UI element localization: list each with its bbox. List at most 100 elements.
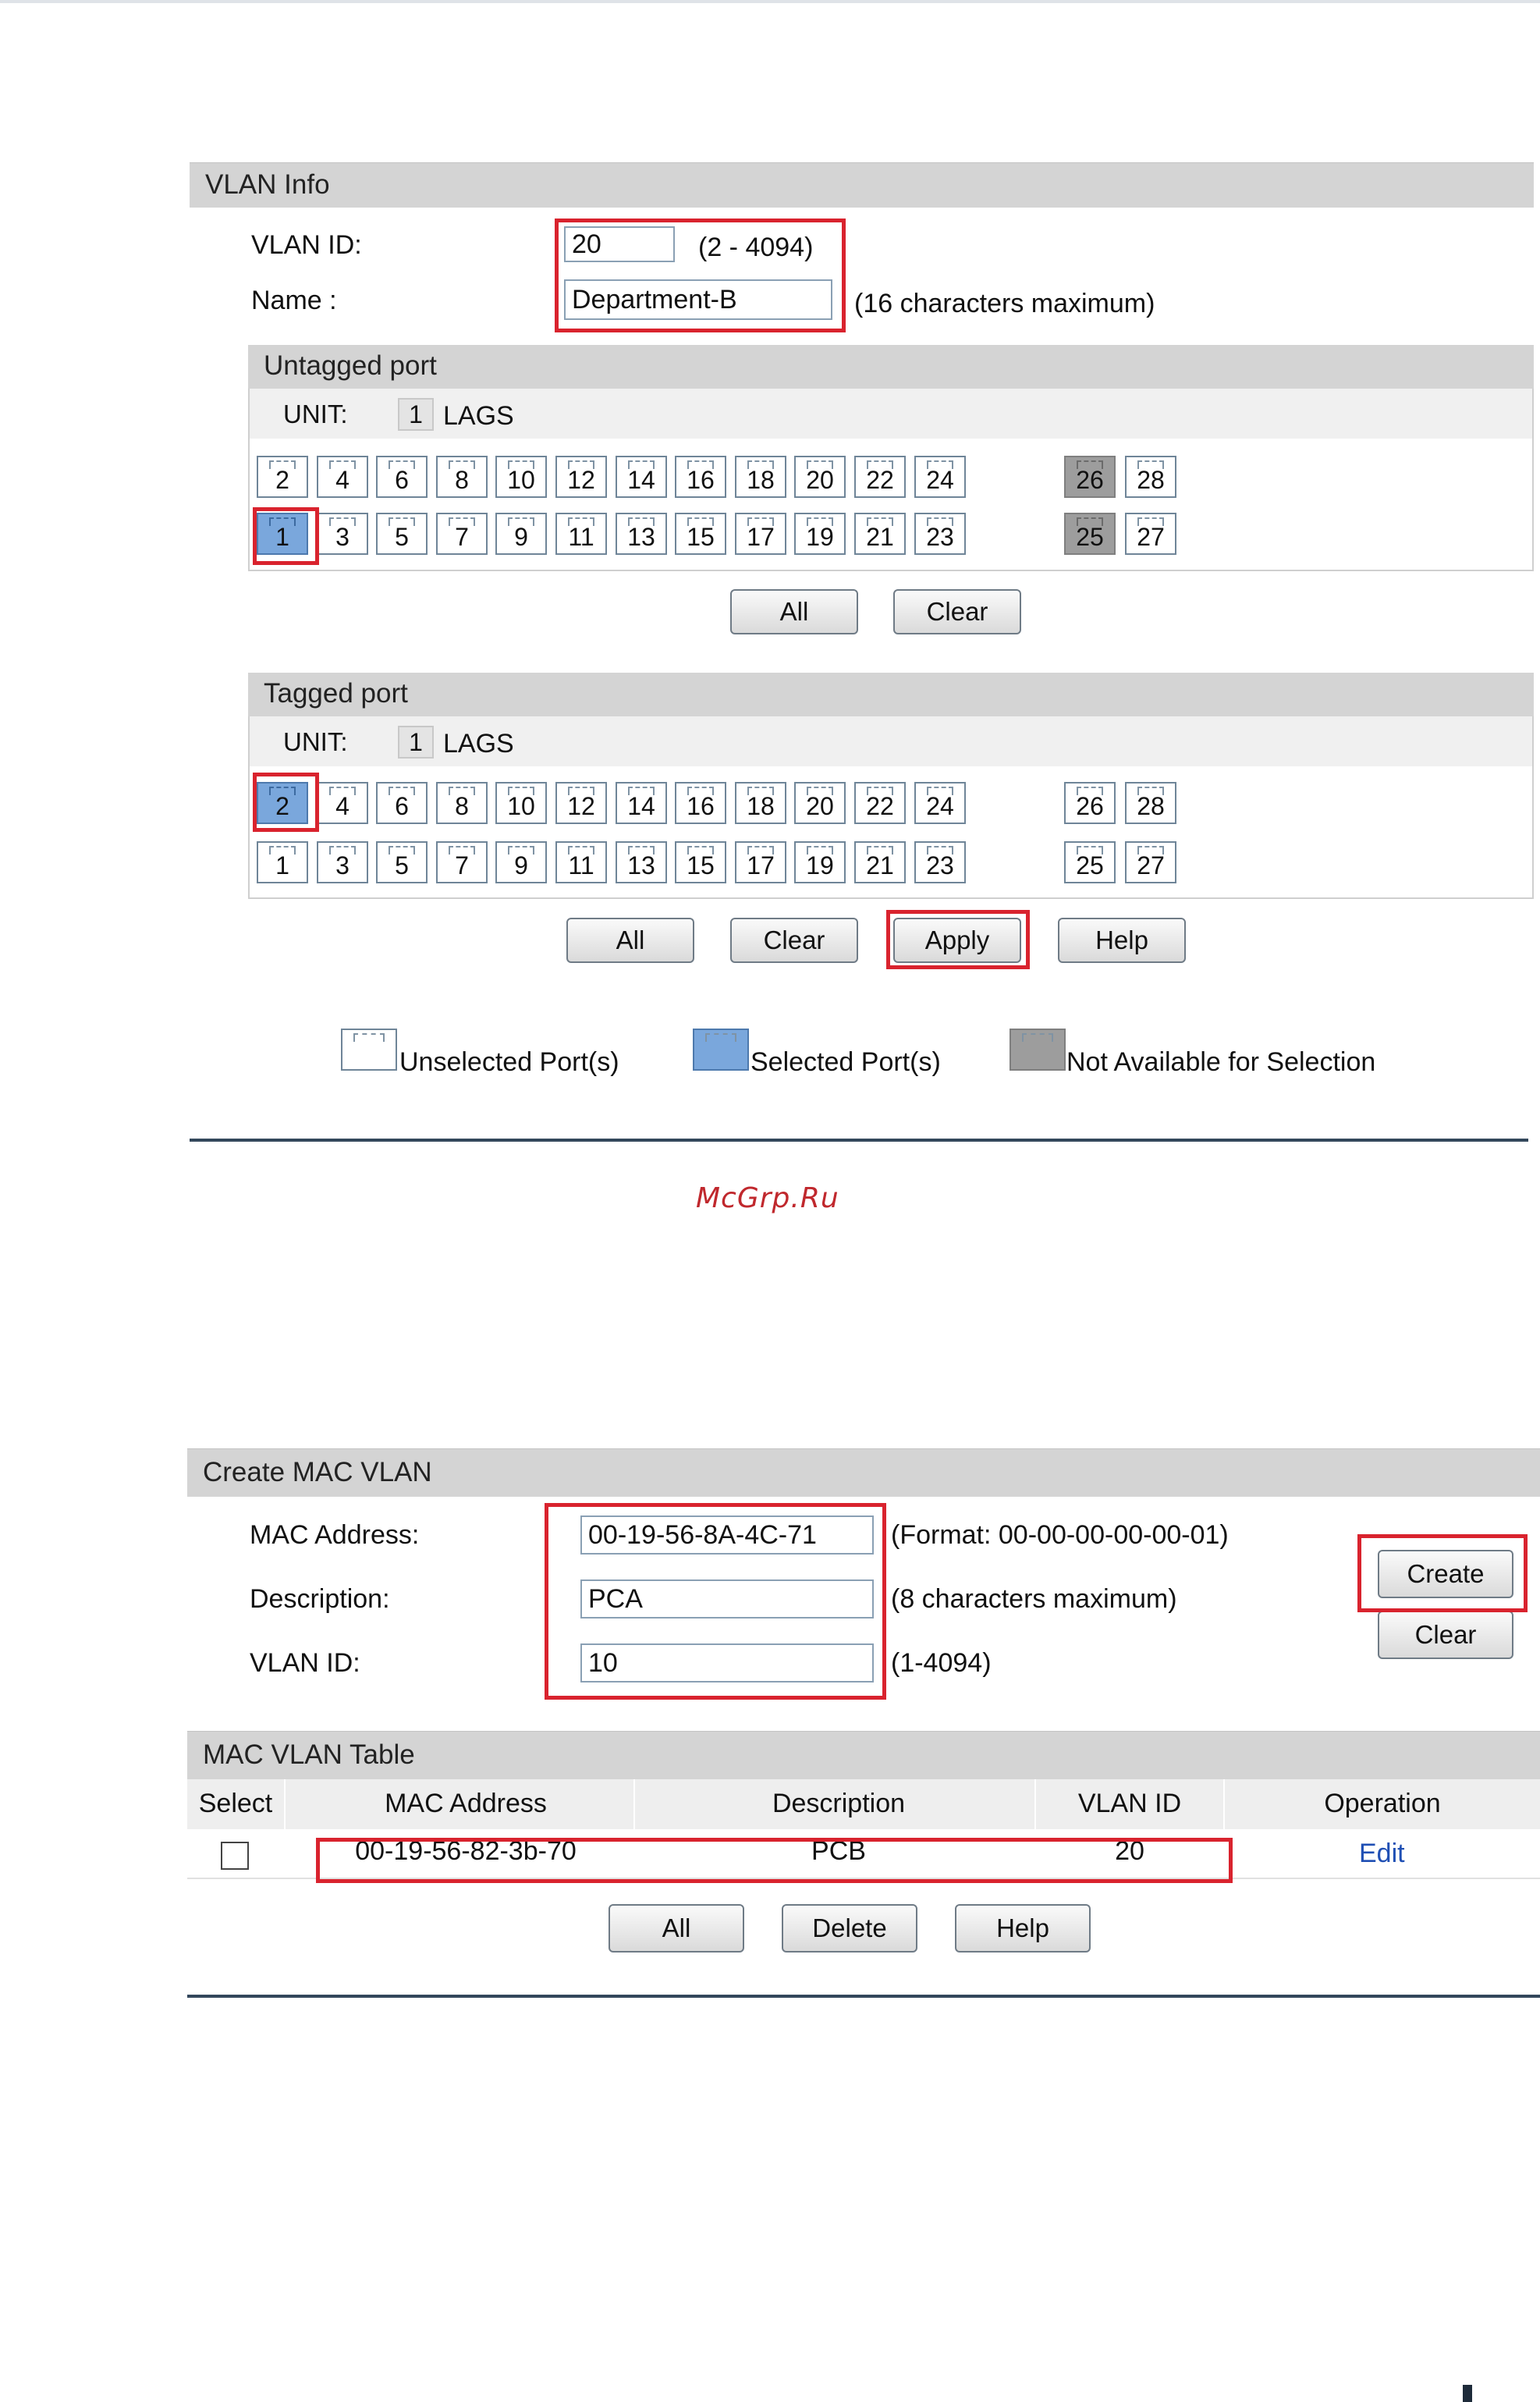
table-help-button[interactable]: Help <box>955 1904 1091 1953</box>
row-mac-address: 00-19-56-82-3b-70 <box>355 1836 577 1866</box>
mac-address-label: MAC Address: <box>250 1520 420 1550</box>
tagged-port-23[interactable]: 23 <box>914 841 966 883</box>
mac-address-format-note: (Format: 00-00-00-00-00-01) <box>891 1520 1229 1550</box>
create-mac-vlan-title: Create MAC VLAN <box>203 1457 432 1487</box>
tagged-port-28[interactable]: 28 <box>1125 782 1176 824</box>
untagged-port-13[interactable]: 13 <box>616 513 667 555</box>
tagged-lags-link[interactable]: LAGS <box>443 729 514 759</box>
untagged-port-8[interactable]: 8 <box>436 456 488 498</box>
untagged-port-24[interactable]: 24 <box>914 456 966 498</box>
tagged-clear-button[interactable]: Clear <box>730 918 858 963</box>
tagged-port-3[interactable]: 3 <box>317 841 368 883</box>
tagged-port-27[interactable]: 27 <box>1125 841 1176 883</box>
table-delete-button[interactable]: Delete <box>782 1904 917 1953</box>
untagged-port-26: 26 <box>1064 456 1116 498</box>
untagged-port-3[interactable]: 3 <box>317 513 368 555</box>
vlan-info-header: VLAN Info <box>190 162 1534 208</box>
untagged-port-22[interactable]: 22 <box>854 456 906 498</box>
untagged-port-5[interactable]: 5 <box>376 513 428 555</box>
mac-vlan-table-header: MAC VLAN Table <box>187 1731 1540 1779</box>
tagged-port-15[interactable]: 15 <box>675 841 726 883</box>
tagged-port-22[interactable]: 22 <box>854 782 906 824</box>
tagged-port-12[interactable]: 12 <box>555 782 607 824</box>
untagged-port-7[interactable]: 7 <box>436 513 488 555</box>
section-divider-1 <box>190 1139 1528 1142</box>
tagged-port-1[interactable]: 1 <box>257 841 308 883</box>
tagged-unit-row <box>250 716 1532 766</box>
tagged-port-6[interactable]: 6 <box>376 782 428 824</box>
vlan-id-label: VLAN ID: <box>251 230 362 260</box>
watermark: McGrp.Ru <box>696 1182 839 1214</box>
untagged-port-28[interactable]: 28 <box>1125 456 1176 498</box>
tagged-port-24[interactable]: 24 <box>914 782 966 824</box>
tagged-port-26[interactable]: 26 <box>1064 782 1116 824</box>
description-input[interactable] <box>580 1579 874 1619</box>
untagged-port-6[interactable]: 6 <box>376 456 428 498</box>
apply-button[interactable]: Apply <box>893 918 1021 963</box>
col-operation: Operation <box>1324 1789 1441 1818</box>
tagged-port-title: Tagged port <box>264 678 408 709</box>
untagged-port-27[interactable]: 27 <box>1125 513 1176 555</box>
create-clear-button[interactable]: Clear <box>1378 1611 1513 1659</box>
untagged-port-10[interactable]: 10 <box>495 456 547 498</box>
tagged-port-21[interactable]: 21 <box>854 841 906 883</box>
vlan-name-input[interactable] <box>564 279 832 320</box>
tagged-port-25[interactable]: 25 <box>1064 841 1116 883</box>
untagged-port-9[interactable]: 9 <box>495 513 547 555</box>
untagged-port-20[interactable]: 20 <box>794 456 846 498</box>
tagged-port-2[interactable]: 2 <box>257 782 308 824</box>
untagged-unit-label: UNIT: <box>283 400 348 428</box>
untagged-lags-link[interactable]: LAGS <box>443 401 514 432</box>
tagged-port-9[interactable]: 9 <box>495 841 547 883</box>
tagged-port-7[interactable]: 7 <box>436 841 488 883</box>
table-all-button[interactable]: All <box>609 1904 744 1953</box>
tagged-port-20[interactable]: 20 <box>794 782 846 824</box>
tagged-help-button[interactable]: Help <box>1058 918 1186 963</box>
untagged-all-button[interactable]: All <box>730 589 858 634</box>
tagged-port-16[interactable]: 16 <box>675 782 726 824</box>
untagged-unit-number[interactable]: 1 <box>398 398 434 431</box>
untagged-port-2[interactable]: 2 <box>257 456 308 498</box>
untagged-port-19[interactable]: 19 <box>794 513 846 555</box>
col-vlan-id: VLAN ID <box>1077 1789 1182 1818</box>
untagged-port-4[interactable]: 4 <box>317 456 368 498</box>
description-note: (8 characters maximum) <box>891 1584 1177 1614</box>
mac-vlan-id-input[interactable] <box>580 1643 874 1682</box>
untagged-port-21[interactable]: 21 <box>854 513 906 555</box>
tagged-port-18[interactable]: 18 <box>735 782 786 824</box>
mac-vlan-table-title: MAC VLAN Table <box>203 1739 415 1770</box>
untagged-port-17[interactable]: 17 <box>735 513 786 555</box>
tagged-port-10[interactable]: 10 <box>495 782 547 824</box>
row-vlan-id: 20 <box>1115 1836 1144 1866</box>
untagged-port-14[interactable]: 14 <box>616 456 667 498</box>
row-edit-link[interactable]: Edit <box>1359 1839 1405 1869</box>
legend-not-available-label: Not Available for Selection <box>1066 1047 1376 1077</box>
tagged-port-13[interactable]: 13 <box>616 841 667 883</box>
untagged-port-15[interactable]: 15 <box>675 513 726 555</box>
tagged-all-button[interactable]: All <box>566 918 694 963</box>
tagged-port-11[interactable]: 11 <box>555 841 607 883</box>
row-select-checkbox[interactable] <box>221 1842 249 1870</box>
untagged-port-11[interactable]: 11 <box>555 513 607 555</box>
mac-address-input[interactable] <box>580 1515 874 1555</box>
untagged-port-23[interactable]: 23 <box>914 513 966 555</box>
name-label: Name : <box>251 286 337 315</box>
col-mac-address: MAC Address <box>385 1789 547 1818</box>
tagged-port-17[interactable]: 17 <box>735 841 786 883</box>
tagged-port-19[interactable]: 19 <box>794 841 846 883</box>
tagged-unit-number[interactable]: 1 <box>398 726 434 759</box>
untagged-port-18[interactable]: 18 <box>735 456 786 498</box>
create-button[interactable]: Create <box>1378 1550 1513 1598</box>
tagged-port-8[interactable]: 8 <box>436 782 488 824</box>
tagged-port-14[interactable]: 14 <box>616 782 667 824</box>
untagged-port-1[interactable]: 1 <box>257 513 308 555</box>
tagged-port-4[interactable]: 4 <box>317 782 368 824</box>
untagged-port-12[interactable]: 12 <box>555 456 607 498</box>
untagged-clear-button[interactable]: Clear <box>893 589 1021 634</box>
col-select: Select <box>198 1789 273 1818</box>
untagged-unit-row <box>250 389 1532 439</box>
untagged-port-16[interactable]: 16 <box>675 456 726 498</box>
vlan-id-input[interactable] <box>564 226 675 262</box>
tagged-port-5[interactable]: 5 <box>376 841 428 883</box>
page-corner-mark <box>1463 2385 1472 2402</box>
